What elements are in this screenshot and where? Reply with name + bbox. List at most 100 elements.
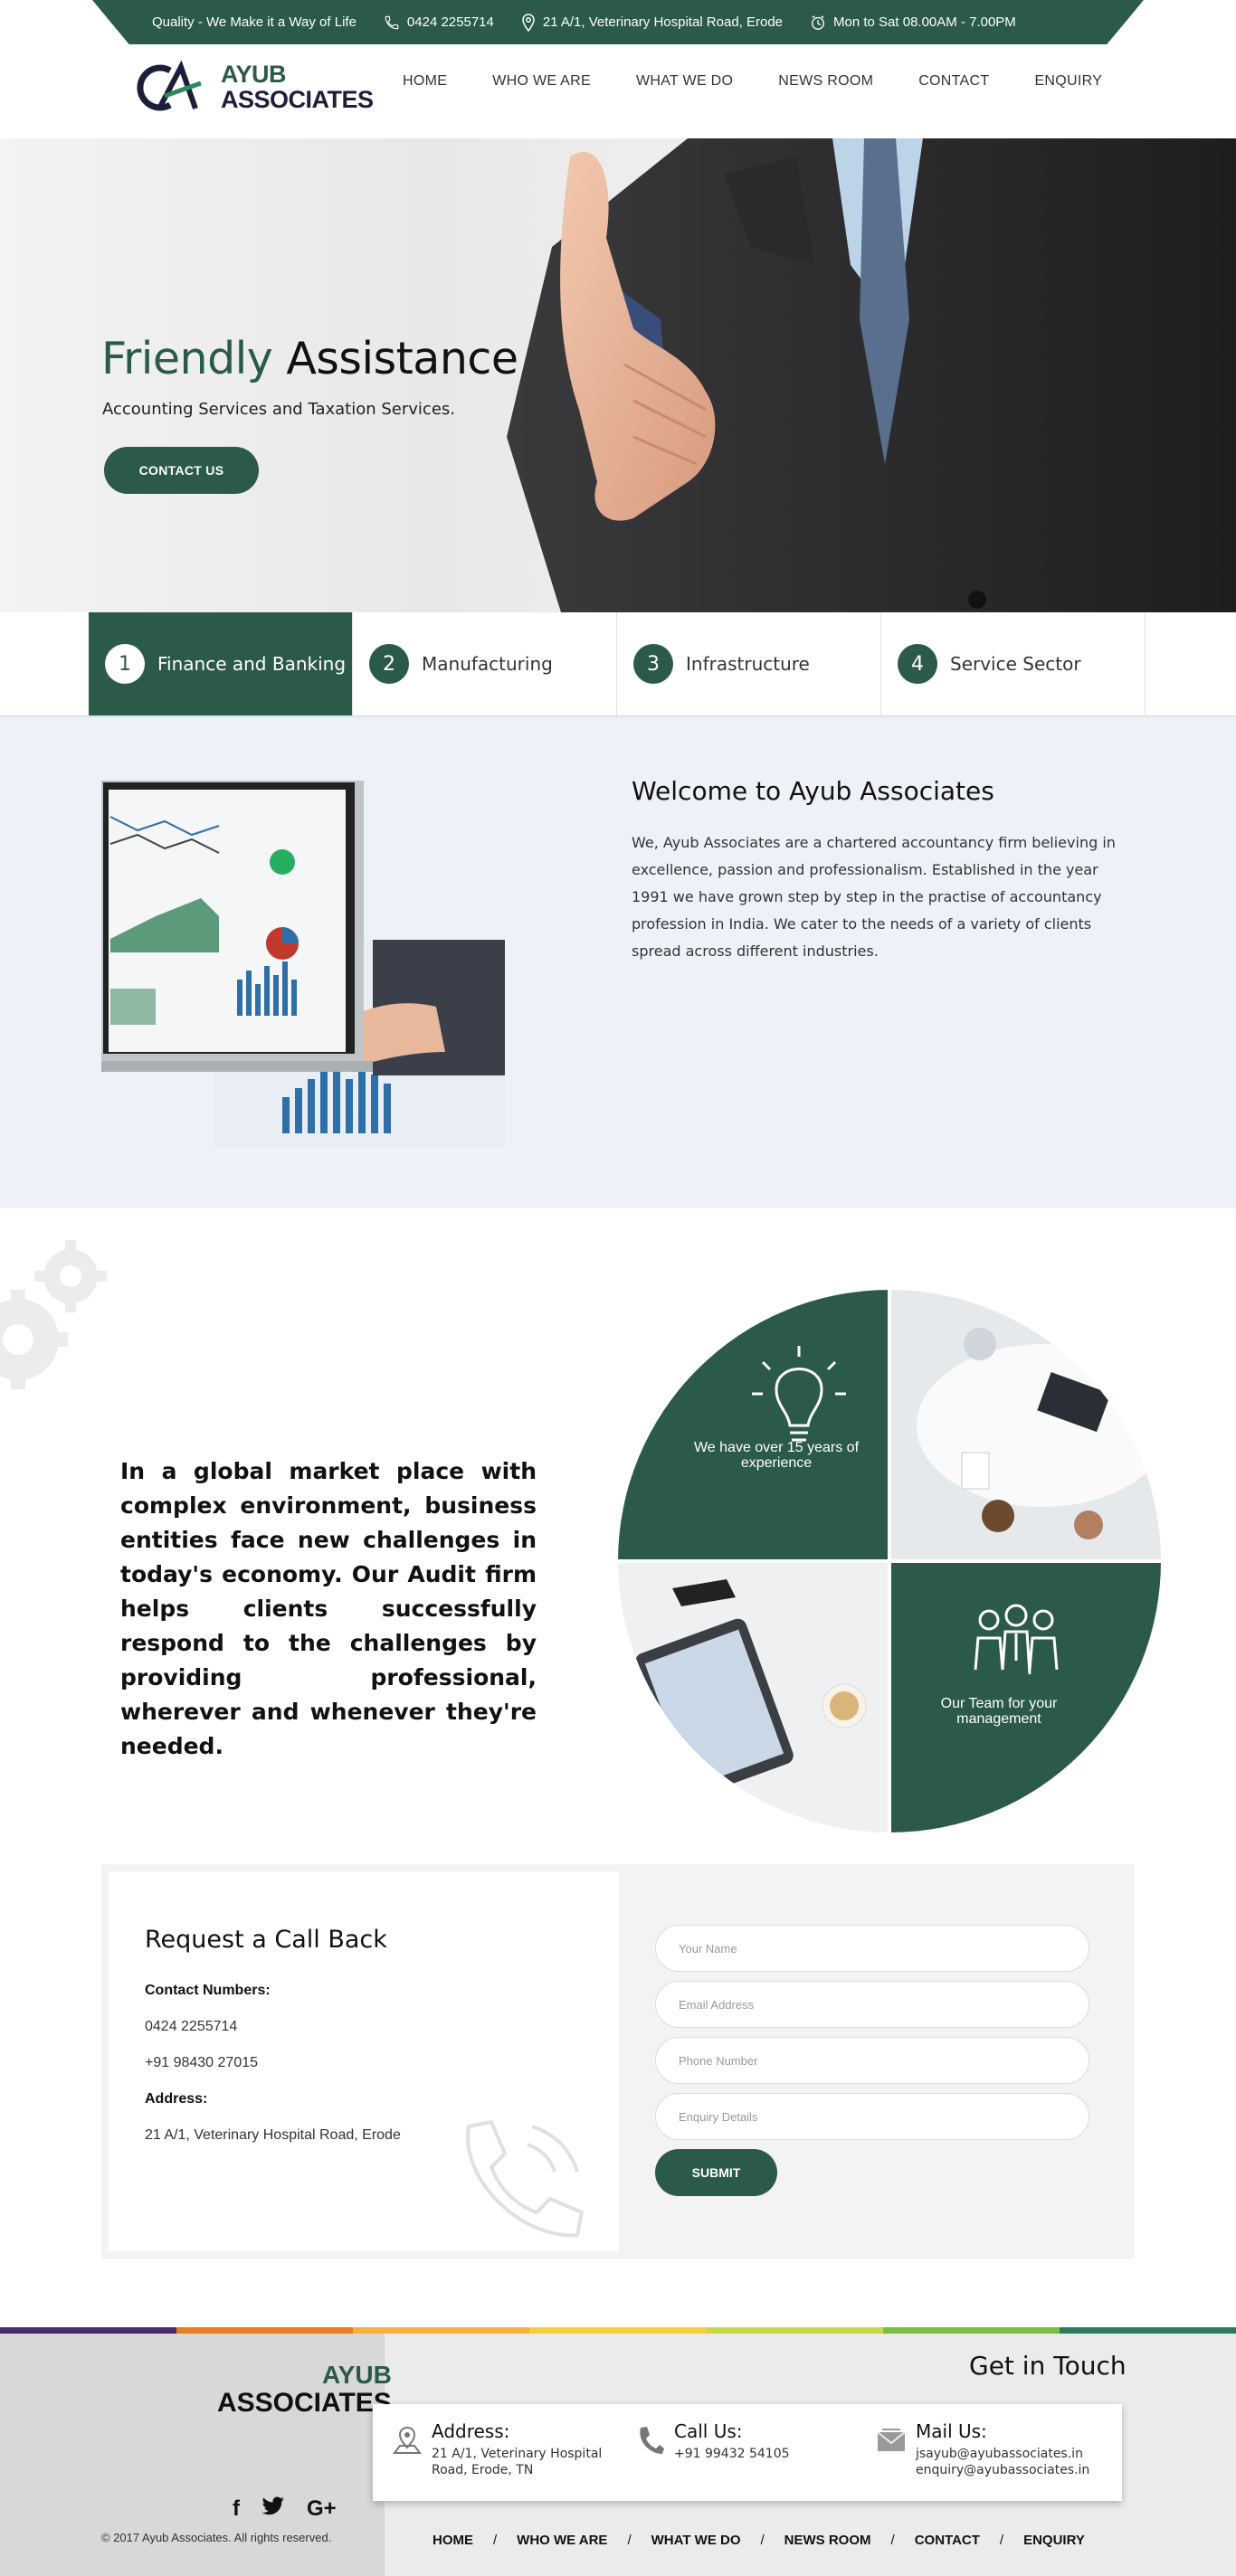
- phone-input[interactable]: Phone Number: [655, 2037, 1089, 2084]
- charts-monitor-image: [101, 781, 505, 1148]
- alarm-clock-icon: [812, 14, 825, 30]
- location-pin-icon: [522, 13, 535, 32]
- stripe-segment: [176, 2327, 354, 2334]
- email-input[interactable]: Email Address: [655, 1981, 1089, 2028]
- footer-nav-enquiry[interactable]: ENQUIRY: [1023, 2533, 1085, 2548]
- facebook-icon[interactable]: f: [233, 2496, 240, 2523]
- welcome-section: Welcome to Ayub Associates We, Ayub Asso…: [0, 717, 1236, 1208]
- team-caption: Our Team for your management: [940, 1696, 1058, 1727]
- logo-mark: [128, 60, 212, 114]
- tab-label: Manufacturing: [422, 653, 553, 675]
- submit-button[interactable]: SUBMIT: [655, 2149, 777, 2196]
- welcome-body: We, Ayub Associates are a chartered acco…: [632, 834, 1116, 960]
- address-label: Address:: [145, 2091, 208, 2107]
- address-card-title: Address:: [432, 2420, 510, 2442]
- topbar-hours: Mon to Sat 08.00AM - 7.00PM: [810, 14, 1016, 31]
- nav-news-room[interactable]: NEWS ROOM: [756, 72, 896, 90]
- stripe-segment: [529, 2327, 707, 2334]
- tab-number: 1: [105, 644, 145, 684]
- callback-section: Request a Call Back Contact Numbers: 042…: [101, 1864, 1135, 2259]
- tab-label: Infrastructure: [686, 653, 810, 675]
- services-circle-graphic: [618, 1290, 1161, 1833]
- contact-phone-1: 0424 2255714: [145, 2019, 238, 2034]
- phone-ringing-icon: [466, 2119, 585, 2238]
- callback-title: Request a Call Back: [145, 1926, 387, 1954]
- tab-label: Finance and Banking: [157, 653, 347, 675]
- tab-service-sector[interactable]: 4 Service Sector: [881, 612, 1146, 715]
- top-bar: Quality - We Make it a Way of Life 0424 …: [92, 0, 1144, 44]
- footer-logo-associates: ASSOCIATES: [217, 2388, 392, 2418]
- footer-nav-news-room[interactable]: NEWS ROOM: [784, 2533, 871, 2548]
- hero-banner: Friendly Assistance Accounting Services …: [0, 138, 1236, 612]
- stripe-segment: [353, 2327, 530, 2334]
- nav-home[interactable]: HOME: [380, 72, 470, 90]
- tab-finance-banking[interactable]: 1 Finance and Banking: [89, 612, 353, 715]
- mail-card-email2[interactable]: enquiry@ayubassociates.in: [916, 2462, 1089, 2478]
- phone-icon: [640, 2427, 664, 2454]
- get-in-touch-heading: Get in Touch: [969, 2351, 1127, 2381]
- mail-card: Mail Us: jsayub@ayubassociates.in enquir…: [875, 2420, 1089, 2478]
- mail-card-email1[interactable]: jsayub@ayubassociates.in: [916, 2446, 1089, 2462]
- tab-manufacturing[interactable]: 2 Manufacturing: [353, 612, 617, 715]
- audit-statement: In a global market place with complex en…: [120, 1458, 537, 1759]
- tab-number: 3: [633, 644, 673, 684]
- call-card-title: Call Us:: [674, 2420, 743, 2442]
- name-input[interactable]: Your Name: [655, 1925, 1089, 1972]
- handshake-businessman-image: [507, 138, 1236, 612]
- nav-who-we-are[interactable]: WHO WE ARE: [470, 72, 613, 90]
- tab-label: Service Sector: [950, 653, 1081, 675]
- topbar-phone-text: 0424 2255714: [406, 14, 494, 30]
- contact-address: 21 A/1, Veterinary Hospital Road, Erode: [145, 2127, 401, 2143]
- enquiry-details-input[interactable]: Enquiry Details: [655, 2093, 1089, 2140]
- phone-icon: [385, 15, 399, 29]
- footer-color-stripe: [0, 2327, 1236, 2334]
- nav-enquiry[interactable]: ENQUIRY: [1012, 72, 1125, 90]
- stripe-segment: [882, 2327, 1060, 2334]
- map-pin-icon: [393, 2426, 422, 2454]
- footer-logo-ayub: AYUB: [322, 2361, 392, 2389]
- hero-title-dark: Assistance: [286, 333, 518, 384]
- callback-info-panel: Request a Call Back Contact Numbers: 042…: [109, 1871, 619, 2251]
- topbar-hours-text: Mon to Sat 08.00AM - 7.00PM: [833, 14, 1016, 30]
- contact-phone-2: +91 98430 27015: [145, 2055, 259, 2070]
- footer-nav-who-we-are[interactable]: WHO WE ARE: [517, 2533, 607, 2548]
- twitter-icon[interactable]: [261, 2496, 285, 2523]
- topbar-address: 21 A/1, Veterinary Hospital Road, Erode: [521, 13, 784, 32]
- stripe-segment: [706, 2327, 883, 2334]
- google-plus-icon[interactable]: G+: [307, 2496, 337, 2523]
- logo-word-ayub: AYUB: [221, 61, 287, 88]
- hero-title-green: Friendly: [101, 333, 273, 384]
- tab-number: 2: [369, 644, 409, 684]
- site-logo[interactable]: AYUB ASSOCIATES: [128, 60, 374, 114]
- experience-caption: We have over 15 years of experience: [693, 1440, 860, 1471]
- tab-infrastructure[interactable]: 3 Infrastructure: [617, 612, 881, 715]
- contact-us-button[interactable]: CONTACT US: [104, 447, 259, 494]
- audit-section: In a global market place with complex en…: [0, 1208, 1236, 1851]
- gears-icon: [0, 1240, 107, 1389]
- address-card: Address: 21 A/1, Veterinary Hospital Roa…: [391, 2420, 602, 2478]
- contact-numbers-label: Contact Numbers:: [145, 1983, 271, 1998]
- contact-cards: Address: 21 A/1, Veterinary Hospital Roa…: [373, 2404, 1122, 2501]
- tagline: Quality - We Make it a Way of Life: [152, 14, 357, 30]
- address-card-line2: Road, Erode, TN: [432, 2463, 534, 2477]
- mail-icon: [877, 2429, 906, 2451]
- nav-what-we-do[interactable]: WHAT WE DO: [613, 72, 756, 90]
- footer-nav-contact[interactable]: CONTACT: [915, 2533, 980, 2548]
- topbar-address-text: 21 A/1, Veterinary Hospital Road, Erode: [542, 14, 784, 30]
- logo-word-associates: ASSOCIATES: [221, 86, 374, 113]
- footer-nav-what-we-do[interactable]: WHAT WE DO: [651, 2533, 741, 2548]
- welcome-title: Welcome to Ayub Associates: [632, 776, 994, 806]
- topbar-phone[interactable]: 0424 2255714: [384, 14, 494, 31]
- social-links: f G+: [233, 2496, 337, 2523]
- address-card-line1: 21 A/1, Veterinary Hospital: [432, 2447, 603, 2461]
- footer-nav: HOME / WHO WE ARE / WHAT WE DO / NEWS ROOM /…: [433, 2533, 1085, 2548]
- tab-number: 4: [898, 644, 937, 684]
- nav-contact[interactable]: CONTACT: [896, 72, 1012, 90]
- call-card-number[interactable]: +91 99432 54105: [674, 2446, 790, 2462]
- hero-subtitle: Accounting Services and Taxation Service…: [102, 400, 455, 419]
- footer-logo[interactable]: AYUB ASSOCIATES: [217, 2362, 392, 2418]
- footer-nav-home[interactable]: HOME: [433, 2533, 473, 2548]
- stripe-segment: [1059, 2327, 1236, 2334]
- main-nav: HOME WHO WE ARE WHAT WE DO NEWS ROOM CON…: [380, 72, 1125, 90]
- copyright: © 2017 Ayub Associates. All rights reser…: [101, 2531, 332, 2544]
